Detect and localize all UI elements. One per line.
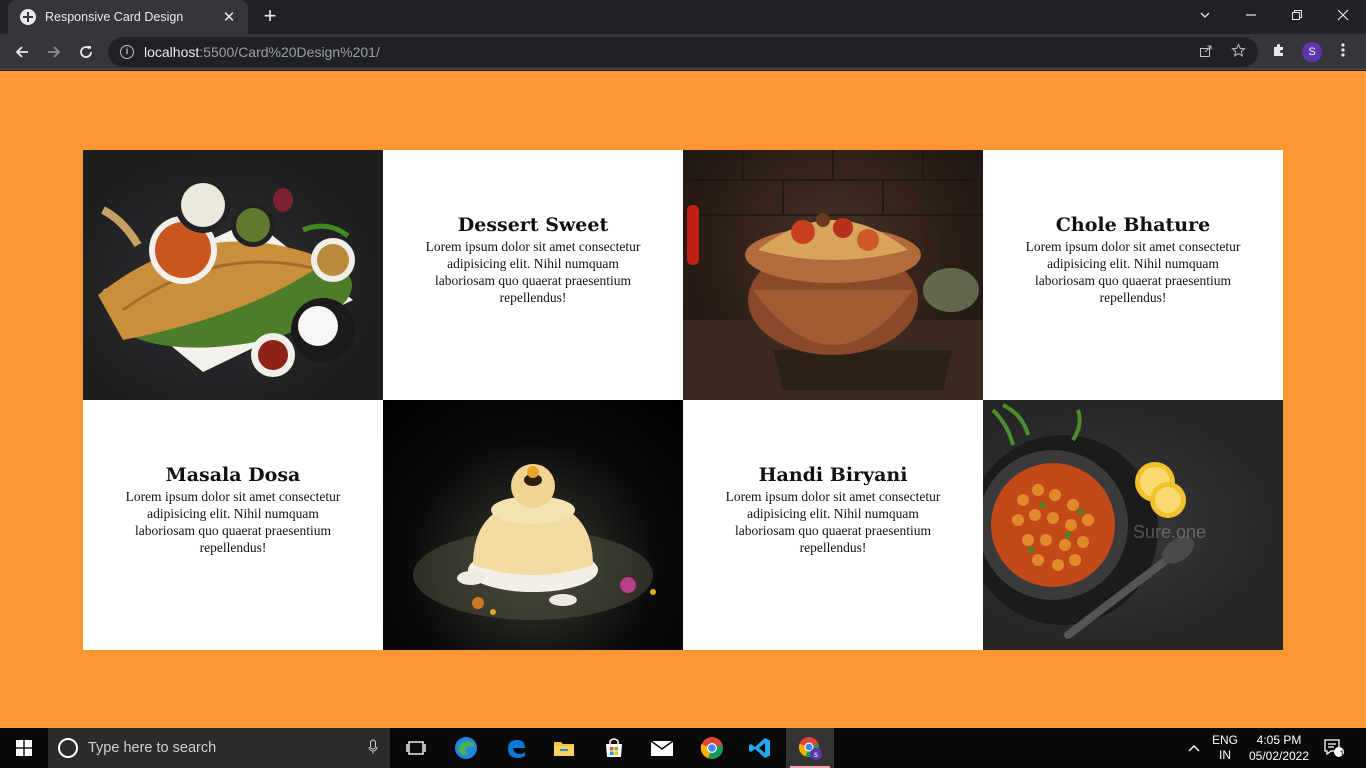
card-title: Chole Bhature (1055, 214, 1211, 236)
extensions-puzzle-icon[interactable] (1271, 42, 1287, 62)
menu-kebab-icon[interactable] (1340, 42, 1346, 62)
address-bar[interactable]: i localhost:5500/Card%20Design%201/ (108, 37, 1258, 67)
browser-toolbar: i localhost:5500/Card%20Design%201/ S (0, 34, 1366, 70)
minimize-window-icon[interactable] (1228, 0, 1274, 30)
card-grid: Dessert Sweet Lorem ipsum dolor sit amet… (83, 150, 1283, 650)
tab-close-icon[interactable]: ✕ (220, 8, 238, 26)
page-viewport: Dessert Sweet Lorem ipsum dolor sit amet… (0, 71, 1366, 728)
mail-icon[interactable] (638, 728, 686, 768)
card-text: Lorem ipsum dolor sit amet consectetur a… (725, 489, 941, 555)
masala-dosa-image (83, 150, 383, 400)
site-info-icon[interactable]: i (120, 45, 134, 59)
edge-legacy-icon[interactable] (492, 728, 540, 768)
back-arrow-icon[interactable] (8, 38, 36, 66)
restore-window-icon[interactable] (1274, 0, 1320, 30)
card-dessert-sweet: Dessert Sweet Lorem ipsum dolor sit amet… (383, 150, 683, 400)
task-view-icon[interactable] (392, 728, 440, 768)
close-window-icon[interactable] (1320, 0, 1366, 30)
card-title: Masala Dosa (165, 464, 301, 486)
svg-text:s: s (814, 750, 818, 759)
handi-biryani-image (683, 150, 983, 400)
globe-icon (20, 9, 36, 25)
chole-bhature-image: Sure.one (983, 400, 1283, 650)
card-text: Lorem ipsum dolor sit amet consectetur a… (425, 239, 641, 305)
card-text: Lorem ipsum dolor sit amet consectetur a… (1025, 239, 1241, 305)
card-text: Lorem ipsum dolor sit amet consectetur a… (125, 489, 341, 555)
chrome-profile-window-icon[interactable]: s (786, 728, 834, 768)
browser-tab-strip: Responsive Card Design ✕ + (0, 0, 1366, 34)
watermark-text: Sure.one (1133, 522, 1206, 542)
cortana-icon (58, 738, 78, 758)
card-masala-dosa: Masala Dosa Lorem ipsum dolor sit amet c… (83, 400, 383, 650)
microsoft-store-icon[interactable] (590, 728, 638, 768)
dessert-sweet-image (383, 400, 683, 650)
vscode-icon[interactable] (736, 728, 784, 768)
taskbar-clock[interactable]: 4:05 PM 05/02/2022 (1246, 732, 1312, 764)
language-indicator[interactable]: ENG IN (1208, 728, 1242, 768)
windows-start-icon[interactable] (0, 728, 48, 768)
card-chole-bhature: Chole Bhature Lorem ipsum dolor sit amet… (983, 150, 1283, 400)
taskbar-search-box[interactable]: Type here to search (48, 728, 390, 768)
edge-chromium-icon[interactable] (442, 728, 490, 768)
bookmark-star-icon[interactable] (1231, 43, 1246, 61)
browser-tab[interactable]: Responsive Card Design ✕ (8, 0, 248, 34)
new-tab-button[interactable]: + (258, 5, 282, 29)
notification-count: 1 (1339, 749, 1345, 759)
profile-avatar[interactable]: S (1302, 42, 1322, 62)
chrome-icon[interactable] (688, 728, 736, 768)
show-hidden-icons-chevron-icon[interactable] (1182, 728, 1206, 768)
tab-search-chevron-icon[interactable] (1182, 0, 1228, 30)
search-placeholder: Type here to search (88, 740, 217, 756)
card-handi-biryani: Handi Biryani Lorem ipsum dolor sit amet… (683, 400, 983, 650)
notification-center-icon[interactable]: 1 (1318, 728, 1350, 768)
card-title: Handi Biryani (758, 464, 908, 486)
url-text: localhost:5500/Card%20Design%201/ (144, 44, 380, 60)
windows-taskbar: Type here to search s ENG IN 4:05 PM 05/… (0, 728, 1366, 768)
reload-icon[interactable] (72, 38, 100, 66)
microphone-icon[interactable] (368, 739, 378, 758)
share-icon[interactable] (1199, 44, 1213, 61)
file-explorer-icon[interactable] (540, 728, 588, 768)
forward-arrow-icon[interactable] (40, 38, 68, 66)
card-title: Dessert Sweet (457, 214, 609, 236)
tab-title: Responsive Card Design (45, 10, 184, 24)
